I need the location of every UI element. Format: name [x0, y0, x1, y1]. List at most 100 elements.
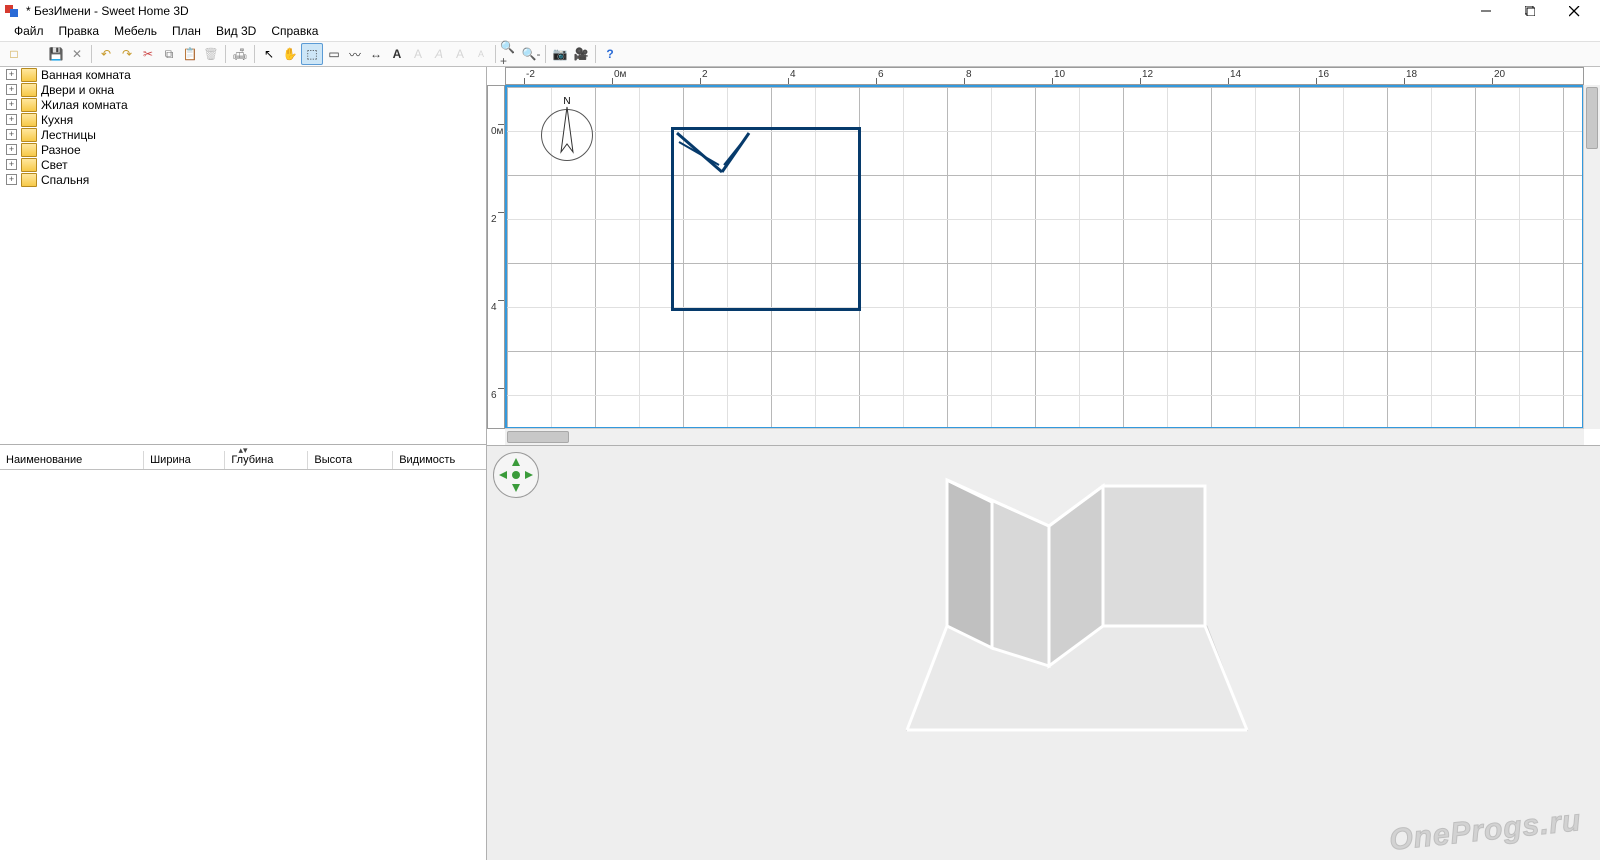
plan-level-icon[interactable] — [487, 67, 505, 85]
minimize-button[interactable] — [1464, 2, 1508, 20]
folder-icon — [21, 98, 37, 112]
folder-icon — [21, 128, 37, 142]
menubar: Файл Правка Мебель План Вид 3D Справка — [0, 22, 1600, 41]
ruler-tick: 10 — [1054, 69, 1065, 80]
expand-icon[interactable]: + — [6, 159, 17, 170]
room-walls[interactable] — [671, 127, 861, 311]
nav-3d-widget[interactable] — [493, 452, 539, 498]
expand-icon[interactable]: + — [6, 129, 17, 140]
ruler-tick: 20 — [1494, 69, 1505, 80]
col-height[interactable]: Высота — [308, 451, 393, 469]
catalog-item-label: Ванная комната — [41, 68, 131, 82]
preferences-icon[interactable]: ✕ — [67, 44, 87, 64]
open-icon[interactable] — [25, 44, 45, 64]
ruler-tick: -2 — [526, 69, 535, 80]
paste-icon[interactable]: 📋 — [180, 44, 200, 64]
catalog-item-label: Кухня — [41, 113, 73, 127]
ruler-horizontal[interactable]: -2 0м 2 4 6 8 10 12 14 16 18 20 — [505, 67, 1584, 85]
expand-icon[interactable]: + — [6, 144, 17, 155]
furniture-list-body[interactable] — [0, 470, 486, 860]
undo-icon[interactable]: ↶ — [96, 44, 116, 64]
titlebar: * БезИмени - Sweet Home 3D — [0, 0, 1600, 22]
ruler-tick: 4 — [491, 302, 497, 313]
catalog-item-label: Жилая комната — [41, 98, 128, 112]
copy-icon[interactable]: ⧉ — [159, 44, 179, 64]
plan-canvas[interactable]: N — [505, 85, 1584, 429]
expand-icon[interactable]: + — [6, 69, 17, 80]
create-room-tool-icon[interactable]: ▭ — [324, 44, 344, 64]
pan-tool-icon[interactable]: ✋ — [280, 44, 300, 64]
room-3d-render — [867, 466, 1287, 766]
select-tool-icon[interactable]: ↖ — [259, 44, 279, 64]
ruler-tick: 0м — [614, 69, 626, 80]
menu-plan[interactable]: План — [166, 22, 207, 41]
ruler-tick: 6 — [878, 69, 884, 80]
zoom-out-icon[interactable]: 🔍- — [521, 44, 541, 64]
ruler-tick: 2 — [491, 214, 497, 225]
create-polyline-tool-icon[interactable]: 〰 — [345, 44, 365, 64]
folder-icon — [21, 83, 37, 97]
cut-icon[interactable]: ✂ — [138, 44, 158, 64]
expand-icon[interactable]: + — [6, 114, 17, 125]
help-icon[interactable]: ? — [600, 44, 620, 64]
maximize-button[interactable] — [1508, 2, 1552, 20]
right-column: -2 0м 2 4 6 8 10 12 14 16 18 20 0м 2 4 6 N — [487, 67, 1600, 860]
catalog-item[interactable]: + Жилая комната — [0, 97, 486, 112]
left-column: + Ванная комната + Двери и окна + Жилая комна… — [0, 67, 487, 860]
toolbar: □💾✕↶↷✂⧉📋🗑🛋↖✋⬚▭〰↔AAAAA🔍+🔍-📷🎥? — [0, 41, 1600, 67]
folder-icon — [21, 143, 37, 157]
view-3d[interactable]: OneProgs.ru — [487, 446, 1600, 860]
folder-icon — [21, 68, 37, 82]
new-icon[interactable]: □ — [4, 44, 24, 64]
plan-scrollbar-horizontal[interactable] — [505, 428, 1584, 445]
ruler-tick: 12 — [1142, 69, 1153, 80]
catalog-item[interactable]: +Спальня — [0, 172, 486, 187]
col-visibility[interactable]: Видимость — [393, 451, 486, 469]
catalog-item[interactable]: + Кухня — [0, 112, 486, 127]
catalog-item[interactable]: +Лестницы — [0, 127, 486, 142]
ruler-vertical[interactable]: 0м246 — [487, 85, 505, 429]
redo-icon[interactable]: ↷ — [117, 44, 137, 64]
create-dimension-tool-icon[interactable]: ↔ — [366, 44, 386, 64]
catalog-item-label: Двери и окна — [41, 83, 114, 97]
create-video-icon[interactable]: 🎥 — [571, 44, 591, 64]
furniture-catalog[interactable]: + Ванная комната + Двери и окна + Жилая комна… — [0, 67, 486, 445]
close-button[interactable] — [1552, 2, 1596, 20]
create-photo-icon[interactable]: 📷 — [550, 44, 570, 64]
catalog-item[interactable]: +Свет — [0, 157, 486, 172]
window-controls — [1464, 2, 1596, 20]
catalog-item[interactable]: + Двери и окна — [0, 82, 486, 97]
add-furniture-icon[interactable]: 🛋 — [230, 44, 250, 64]
expand-icon[interactable]: + — [6, 84, 17, 95]
col-width[interactable]: Ширина — [144, 451, 225, 469]
expand-icon[interactable]: + — [6, 174, 17, 185]
menu-help[interactable]: Справка — [265, 22, 324, 41]
zoom-in-icon[interactable]: 🔍+ — [500, 44, 520, 64]
catalog-item[interactable]: +Разное — [0, 142, 486, 157]
compass-icon[interactable]: N — [541, 109, 593, 161]
ruler-tick: 14 — [1230, 69, 1241, 80]
ruler-tick: 4 — [790, 69, 796, 80]
col-name[interactable]: Наименование — [0, 451, 144, 469]
plan-pane: -2 0м 2 4 6 8 10 12 14 16 18 20 0м 2 4 6 N — [487, 67, 1600, 446]
text-bold-icon: A — [408, 44, 428, 64]
menu-3dview[interactable]: Вид 3D — [210, 22, 262, 41]
ruler-tick: 8 — [966, 69, 972, 80]
ruler-tick: 18 — [1406, 69, 1417, 80]
plan-scrollbar-vertical[interactable] — [1583, 85, 1600, 429]
menu-furniture[interactable]: Мебель — [108, 22, 163, 41]
create-text-tool-icon[interactable]: A — [387, 44, 407, 64]
text-size-up-icon: A — [450, 44, 470, 64]
expand-icon[interactable]: + — [6, 99, 17, 110]
ruler-tick: 16 — [1318, 69, 1329, 80]
ruler-tick: 2 — [702, 69, 708, 80]
catalog-item[interactable]: + Ванная комната — [0, 67, 486, 82]
ruler-tick: 6 — [491, 390, 497, 401]
save-icon[interactable]: 💾 — [46, 44, 66, 64]
watermark: OneProgs.ru — [1388, 804, 1583, 858]
splitter-handle[interactable]: ▴▾ — [238, 445, 247, 456]
delete-icon: 🗑 — [201, 44, 221, 64]
menu-file[interactable]: Файл — [8, 22, 50, 41]
menu-edit[interactable]: Правка — [53, 22, 106, 41]
create-wall-tool-icon[interactable]: ⬚ — [301, 43, 323, 65]
